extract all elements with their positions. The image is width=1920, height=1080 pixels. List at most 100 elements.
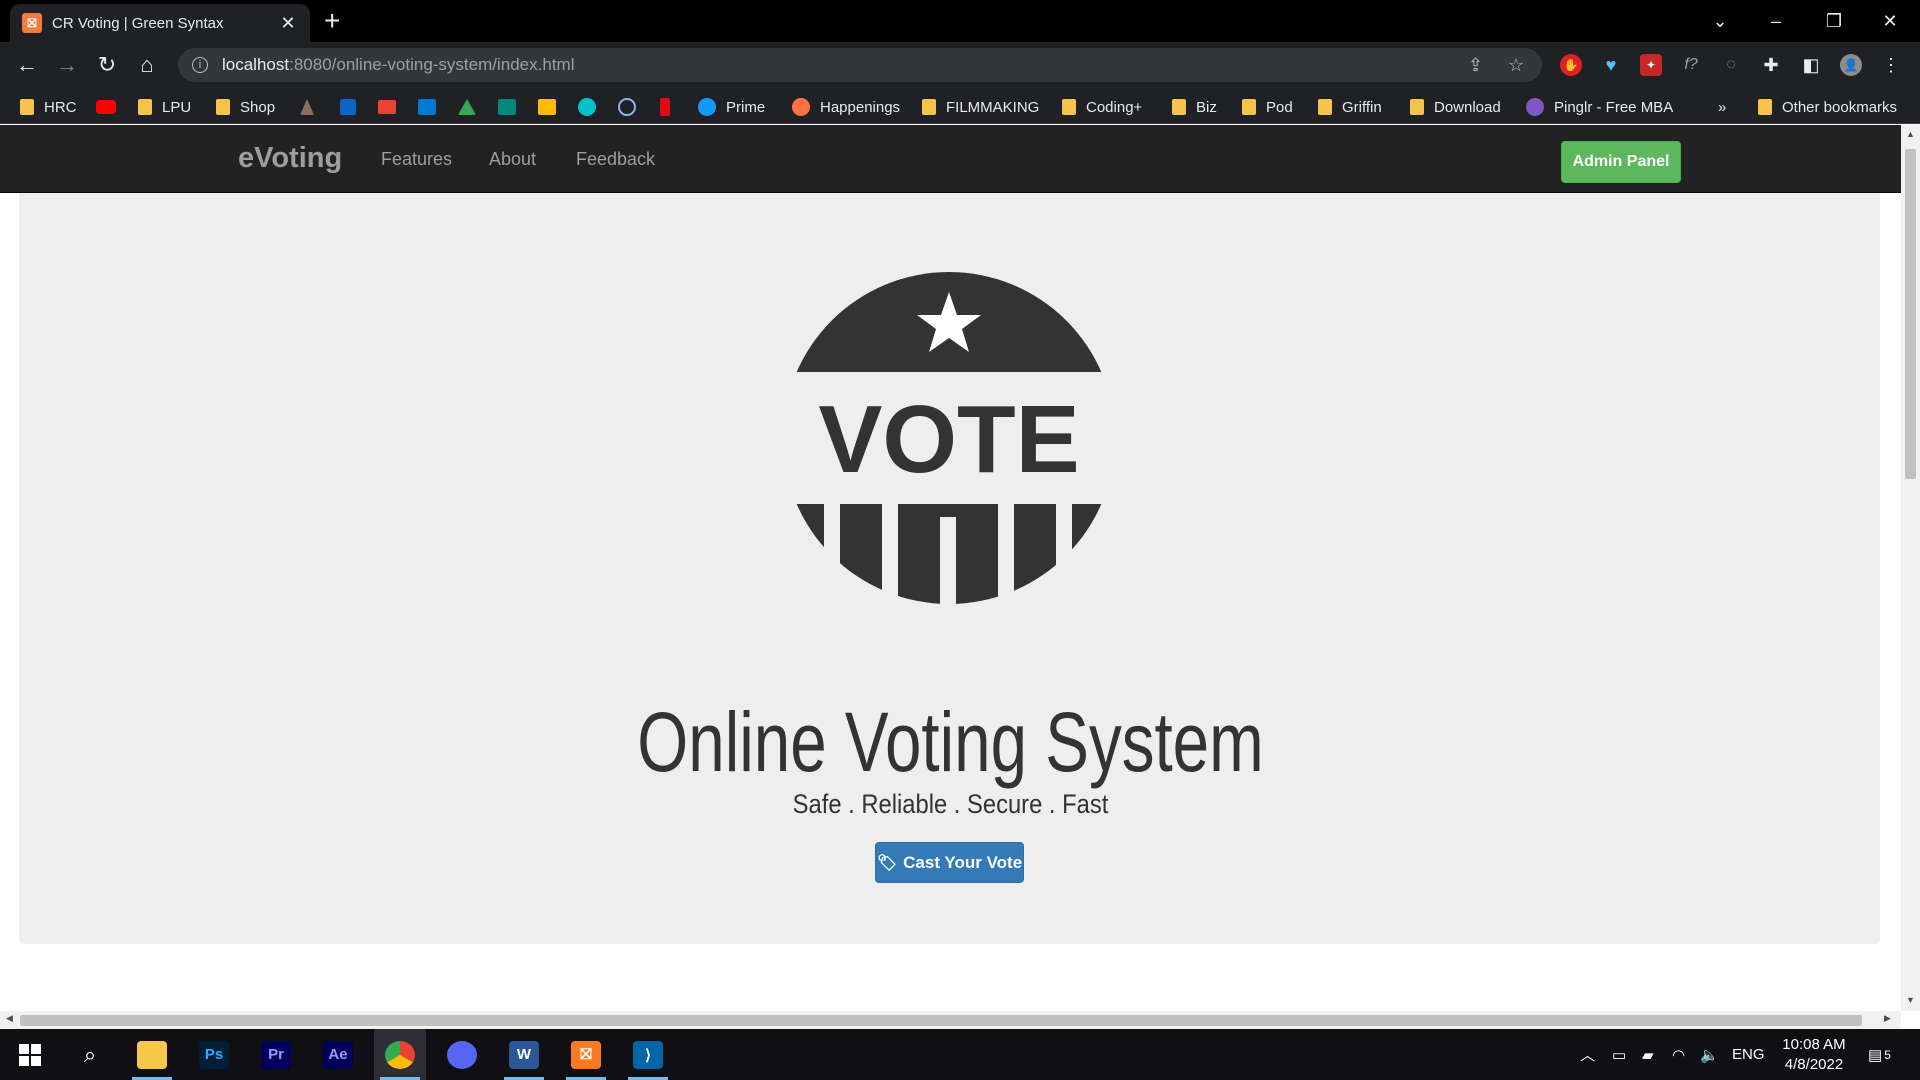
scroll-right-icon[interactable]: ▶ (1884, 1013, 1891, 1024)
google-meet-icon (498, 99, 516, 115)
youtube-icon (96, 100, 116, 114)
word-icon[interactable]: W (498, 1029, 550, 1080)
bookmark-label: LPU (162, 98, 192, 116)
bookmark-star-icon[interactable]: ☆ (1508, 48, 1524, 82)
vertical-scrollbar[interactable]: ▲ ▼ (1901, 125, 1920, 1011)
start-icon[interactable] (4, 1029, 56, 1080)
bookmark-filmmaking[interactable]: FILMMAKING (922, 96, 1039, 118)
menu-kebab-icon[interactable]: ⋮ (1880, 54, 1902, 76)
xampp-icon[interactable]: ⛝ (560, 1029, 612, 1080)
bookmark-griffin[interactable]: Griffin (1318, 96, 1382, 118)
minimize-icon[interactable]: – (1756, 0, 1796, 42)
file-explorer-icon[interactable] (126, 1029, 178, 1080)
scroll-up-icon[interactable]: ▲ (1905, 129, 1916, 139)
sync-extension-icon[interactable]: ◌ (1720, 54, 1742, 76)
bookmark-hrc[interactable]: HRC (20, 96, 77, 118)
vscode-icon[interactable]: ⟩ (622, 1029, 674, 1080)
bookmark-prime[interactable]: Prime (698, 96, 765, 118)
bookmark-outlook[interactable] (418, 96, 446, 118)
scroll-down-icon[interactable]: ▼ (1905, 995, 1916, 1005)
battery-icon[interactable]: ▰ (1642, 1029, 1654, 1080)
new-tab-icon[interactable]: + (324, 6, 340, 36)
premiere-icon[interactable]: Pr (250, 1029, 302, 1080)
close-window-icon[interactable]: ✕ (1870, 0, 1910, 42)
bookmark-label: Happenings (820, 98, 901, 116)
share-icon[interactable]: ⇪ (1468, 48, 1483, 82)
chrome-icon[interactable] (374, 1029, 426, 1080)
premiere-label: Pr (261, 1040, 291, 1069)
vote-logo: VOTE (783, 272, 1115, 604)
nav-about[interactable]: About (489, 149, 536, 170)
bookmark-download[interactable]: Download (1410, 96, 1501, 118)
folder-icon (1172, 99, 1186, 115)
heart-extension-icon[interactable]: ♥ (1600, 54, 1622, 76)
outlook-icon (418, 99, 436, 115)
nav-feedback[interactable]: Feedback (576, 149, 655, 170)
volume-icon[interactable]: 🔈 (1700, 1029, 1719, 1080)
reload-icon[interactable]: ↻ (92, 50, 122, 80)
bookmark-podcast[interactable] (618, 96, 646, 118)
bookmark-linkedin[interactable] (340, 96, 366, 118)
horizontal-scrollbar[interactable]: ◀ ▶ (0, 1011, 1901, 1029)
bookmark-lpu[interactable]: LPU (138, 96, 191, 118)
bookmark-pinglr[interactable]: Pinglr - Free MBA (1526, 96, 1673, 118)
bookmark-pyramid[interactable] (300, 96, 324, 118)
scroll-left-icon[interactable]: ◀ (6, 1013, 13, 1024)
adblock-extension-icon[interactable]: ✋ (1560, 54, 1582, 76)
tray-overflow-chevron-icon[interactable]: ︿ (1580, 1029, 1595, 1080)
side-panel-icon[interactable]: ◧ (1800, 54, 1822, 76)
other-bookmarks[interactable]: Other bookmarks (1758, 96, 1897, 118)
discord-icon[interactable] (436, 1029, 488, 1080)
bookmark-happenings[interactable]: Happenings (792, 96, 900, 118)
vertical-scroll-thumb[interactable] (1905, 149, 1916, 479)
bookmark-youtube[interactable] (96, 96, 126, 118)
photoshop-icon[interactable]: Ps (188, 1029, 240, 1080)
admin-panel-button[interactable]: Admin Panel (1561, 141, 1681, 183)
bookmark-biz[interactable]: Biz (1172, 96, 1217, 118)
notifications-icon[interactable]: ▤ 5 (1868, 1029, 1891, 1080)
bookmark-label: Download (1434, 98, 1501, 116)
tab-title: CR Voting | Green Syntax (52, 14, 224, 32)
cast-vote-button[interactable]: 🏷 Cast Your Vote (875, 842, 1024, 883)
bookmark-gmail[interactable] (378, 96, 406, 118)
bookmark-keep[interactable] (538, 96, 566, 118)
site-brand[interactable]: eVoting (238, 142, 342, 175)
podcast-icon (618, 98, 636, 116)
wifi-icon[interactable]: ◠ (1672, 1029, 1685, 1080)
after-effects-icon[interactable]: Ae (312, 1029, 364, 1080)
windows-logo-icon (19, 1043, 41, 1066)
forward-icon[interactable]: → (52, 50, 82, 80)
browser-tab[interactable]: ⛝ CR Voting | Green Syntax ✕ (10, 4, 310, 42)
tab-close-icon[interactable]: ✕ (278, 13, 298, 34)
restore-icon[interactable]: ❐ (1814, 0, 1854, 42)
nav-features[interactable]: Features (381, 149, 452, 170)
folder-icon (1242, 99, 1256, 115)
profile-avatar[interactable]: 👤 (1840, 54, 1862, 76)
home-icon[interactable]: ⌂ (132, 50, 162, 80)
gmail-icon (378, 100, 396, 114)
bookmark-drive[interactable] (458, 96, 486, 118)
search-icon[interactable]: ⌕ (64, 1029, 116, 1080)
bookmark-canva[interactable] (578, 96, 606, 118)
bookmarks-overflow-chevron[interactable]: » (1718, 96, 1726, 118)
bookmark-netflix[interactable] (660, 96, 680, 118)
meet-now-icon[interactable]: ▭ (1612, 1029, 1626, 1080)
pyramid-icon (300, 99, 314, 115)
language-indicator[interactable]: ENG (1732, 1029, 1765, 1080)
tab-search-icon[interactable]: ⌄ (1700, 0, 1740, 42)
prime-video-icon (698, 98, 716, 116)
back-icon[interactable]: ← (12, 50, 42, 80)
extensions-puzzle-icon[interactable]: ✚ (1760, 54, 1782, 76)
bookmark-shop[interactable]: Shop (216, 96, 275, 118)
address-bar[interactable]: i localhost :8080/online-voting-system/i… (178, 48, 1542, 82)
horizontal-scroll-thumb[interactable] (20, 1015, 1862, 1026)
bookmark-coding[interactable]: Coding+ (1062, 96, 1142, 118)
xampp-favicon-icon: ⛝ (22, 13, 42, 33)
extension-icon[interactable]: ✦ (1640, 54, 1662, 76)
bookmark-meet[interactable] (498, 96, 526, 118)
fonts-extension-icon[interactable]: f? (1680, 54, 1702, 76)
bookmark-pod[interactable]: Pod (1242, 96, 1293, 118)
bookmark-label: Prime (726, 98, 766, 116)
system-clock[interactable]: 10:08 AM 4/8/2022 (1768, 1035, 1860, 1075)
site-info-icon[interactable]: i (192, 57, 208, 73)
